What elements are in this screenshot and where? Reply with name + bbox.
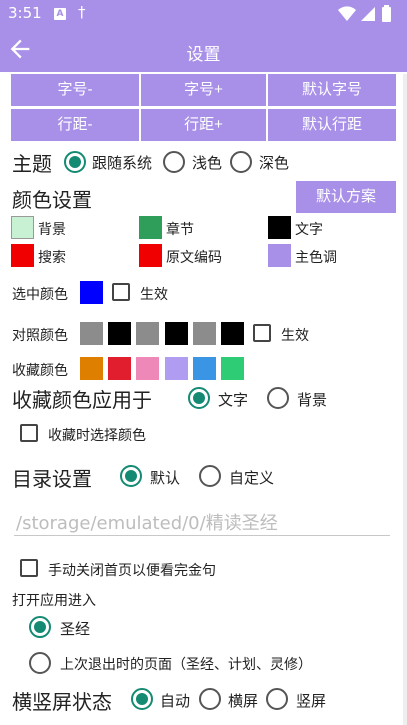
color-settings-title: 颜色设置 xyxy=(12,188,92,212)
theme-light-label[interactable]: 浅色 xyxy=(192,152,222,173)
notification-a-icon: A xyxy=(54,8,66,20)
orientation-landscape-label[interactable]: 横屏 xyxy=(228,690,258,711)
favorite-apply-background-radio[interactable] xyxy=(267,387,289,409)
signal-icon xyxy=(361,7,375,21)
search-color-swatch[interactable] xyxy=(11,244,34,267)
orientation-portrait-radio[interactable] xyxy=(266,688,288,710)
scrollbar[interactable] xyxy=(403,74,407,725)
contrast-color-swatch-3[interactable] xyxy=(136,322,159,345)
contrast-color-swatch-2[interactable] xyxy=(108,322,131,345)
favorite-color-swatch-red[interactable] xyxy=(108,357,131,380)
theme-dark-label[interactable]: 深色 xyxy=(259,152,289,173)
favorite-apply-label: 收藏颜色应用于 xyxy=(12,388,152,412)
theme-follow-system-radio[interactable] xyxy=(64,151,86,173)
default-font-size-button[interactable]: 默认字号 xyxy=(268,74,396,106)
selection-color-swatch[interactable] xyxy=(80,281,103,304)
status-right-icons xyxy=(338,5,391,22)
app-bar: 设置 xyxy=(0,28,407,72)
font-size-minus-button[interactable]: 字号- xyxy=(11,74,139,106)
favorite-color-swatch-purple[interactable] xyxy=(165,357,188,380)
toc-custom-label[interactable]: 自定义 xyxy=(229,467,274,488)
line-spacing-plus-button[interactable]: 行距+ xyxy=(141,109,266,141)
theme-follow-system-label[interactable]: 跟随系统 xyxy=(92,152,152,173)
manual-close-home-label: 手动关闭首页以便看完金句 xyxy=(48,563,216,579)
open-app-bible-label[interactable]: 圣经 xyxy=(60,618,90,639)
status-time: 3:51 xyxy=(8,4,42,22)
favorite-color-swatch-blue[interactable] xyxy=(193,357,216,380)
background-color-label: 背景 xyxy=(38,222,66,238)
contrast-color-swatch-1[interactable] xyxy=(80,322,103,345)
manual-close-home-checkbox[interactable] xyxy=(20,559,38,577)
orientation-auto-radio[interactable] xyxy=(131,688,153,710)
selection-color-effective-label: 生效 xyxy=(140,287,168,303)
choose-color-on-favorite-label: 收藏时选择颜色 xyxy=(48,428,146,444)
contrast-color-swatch-5[interactable] xyxy=(193,322,216,345)
toc-path-input[interactable]: /storage/emulated/0/精读圣经 xyxy=(16,509,278,535)
favorite-apply-background-label[interactable]: 背景 xyxy=(297,389,327,410)
contrast-color-label: 对照颜色 xyxy=(12,328,68,344)
open-app-bible-radio[interactable] xyxy=(29,616,51,638)
theme-dark-radio[interactable] xyxy=(230,151,252,173)
primary-color-swatch[interactable] xyxy=(268,244,291,267)
favorite-apply-text-radio[interactable] xyxy=(188,387,210,409)
chapter-color-swatch[interactable] xyxy=(139,216,162,239)
battery-icon xyxy=(382,5,391,22)
text-color-swatch[interactable] xyxy=(268,216,291,239)
contrast-color-effective-checkbox[interactable] xyxy=(253,324,271,342)
toc-settings-label: 目录设置 xyxy=(12,467,92,491)
status-bar: 3:51 A † xyxy=(0,0,407,28)
contrast-color-effective-label: 生效 xyxy=(281,328,309,344)
favorite-color-swatch-pink[interactable] xyxy=(136,357,159,380)
orientation-landscape-radio[interactable] xyxy=(199,688,221,710)
toc-path-underline xyxy=(14,535,390,536)
open-app-label: 打开应用进入 xyxy=(12,593,96,609)
contrast-color-swatch-4[interactable] xyxy=(165,322,188,345)
original-encoding-color-label: 原文编码 xyxy=(166,250,222,266)
favorite-color-label: 收藏颜色 xyxy=(12,363,68,379)
favorite-apply-text-label[interactable]: 文字 xyxy=(218,389,248,410)
chapter-color-label: 章节 xyxy=(166,222,194,238)
open-app-last-page-label[interactable]: 上次退出时的页面（圣经、计划、灵修） xyxy=(60,654,312,674)
notification-cross-icon: † xyxy=(78,3,86,21)
theme-label: 主题 xyxy=(12,152,52,176)
contrast-color-swatch-6[interactable] xyxy=(221,322,244,345)
line-spacing-minus-button[interactable]: 行距- xyxy=(11,109,139,141)
font-size-plus-button[interactable]: 字号+ xyxy=(141,74,266,106)
favorite-color-swatch-green[interactable] xyxy=(221,357,244,380)
selection-color-effective-checkbox[interactable] xyxy=(112,283,130,301)
orientation-auto-label[interactable]: 自动 xyxy=(160,690,190,711)
selection-color-label: 选中颜色 xyxy=(12,287,68,303)
default-line-spacing-button[interactable]: 默认行距 xyxy=(268,109,396,141)
toc-default-radio[interactable] xyxy=(120,465,142,487)
favorite-color-swatch-orange[interactable] xyxy=(80,357,103,380)
default-scheme-button[interactable]: 默认方案 xyxy=(296,181,396,213)
orientation-portrait-label[interactable]: 竖屏 xyxy=(296,690,326,711)
theme-light-radio[interactable] xyxy=(163,151,185,173)
orientation-label: 横竖屏状态 xyxy=(12,690,112,714)
toc-default-label[interactable]: 默认 xyxy=(150,467,180,488)
choose-color-on-favorite-checkbox[interactable] xyxy=(20,424,38,442)
wifi-icon xyxy=(338,6,356,21)
primary-color-label: 主色调 xyxy=(295,250,337,266)
text-color-label: 文字 xyxy=(295,222,323,238)
search-color-label: 搜索 xyxy=(38,250,66,266)
open-app-last-page-radio[interactable] xyxy=(29,652,51,674)
original-encoding-color-swatch[interactable] xyxy=(139,244,162,267)
background-color-swatch[interactable] xyxy=(11,216,34,239)
page-title: 设置 xyxy=(186,45,221,65)
toc-custom-radio[interactable] xyxy=(199,465,221,487)
